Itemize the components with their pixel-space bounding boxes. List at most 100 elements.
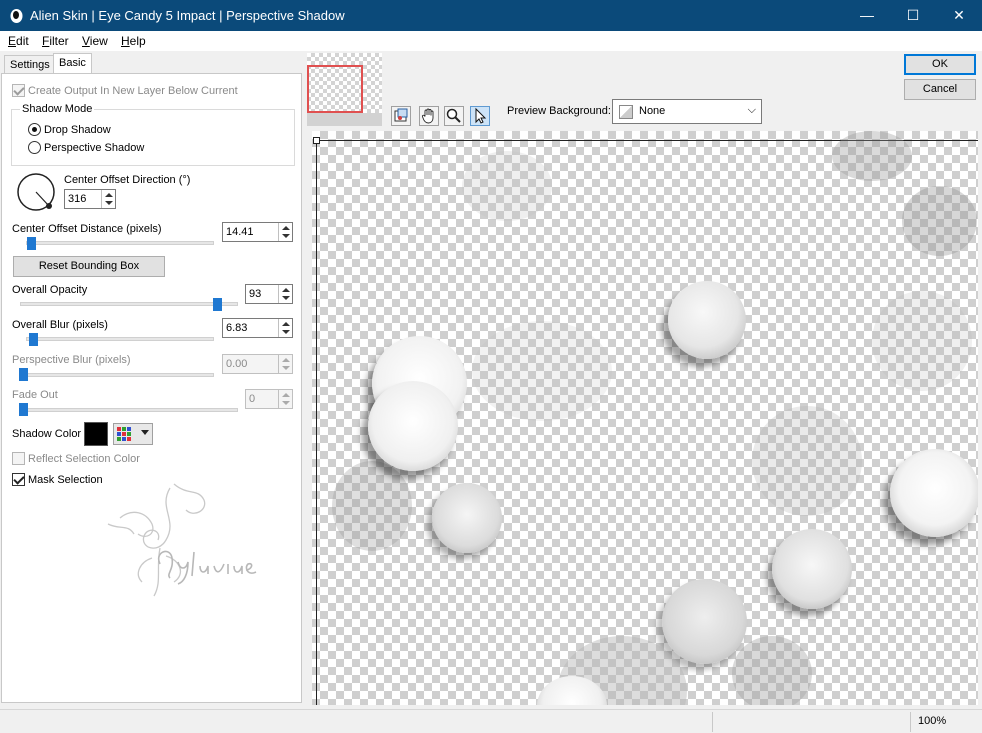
center-offset-direction-label: Center Offset Direction (°) <box>64 174 191 186</box>
bokeh-dot <box>732 636 812 705</box>
fade-out-value: 0 <box>249 393 256 405</box>
create-output-checkbox[interactable] <box>12 84 25 97</box>
bokeh-dot <box>462 151 552 221</box>
bokeh-dot <box>668 281 746 359</box>
tab-settings[interactable]: Settings <box>4 55 56 74</box>
overall-blur-thumb[interactable] <box>29 333 38 346</box>
drop-shadow-label: Drop Shadow <box>44 124 111 136</box>
mask-selection-label: Mask Selection <box>28 474 103 486</box>
bokeh-dot <box>662 579 747 664</box>
menu-filter[interactable]: Filter <box>42 34 69 48</box>
bounding-box-handle[interactable] <box>313 137 320 144</box>
perspective-shadow-radio[interactable] <box>28 141 41 154</box>
perspective-blur-value: 0.00 <box>226 358 248 370</box>
overall-opacity-thumb[interactable] <box>213 298 222 311</box>
menu-bar: Edit Filter View Help <box>0 31 982 51</box>
color-picker-button[interactable] <box>113 423 153 445</box>
menu-edit[interactable]: Edit <box>8 34 29 48</box>
overall-blur-label: Overall Blur (pixels) <box>12 319 108 331</box>
ok-button[interactable]: OK <box>904 54 976 75</box>
spinner-arrows[interactable] <box>278 319 292 337</box>
tab-basic[interactable]: Basic <box>53 53 92 75</box>
shadow-mode-group <box>11 109 295 166</box>
title-bar: Alien Skin | Eye Candy 5 Impact | Perspe… <box>0 0 982 31</box>
overall-opacity-spinner[interactable]: 93 <box>245 284 293 304</box>
overall-opacity-track[interactable] <box>20 302 238 306</box>
bokeh-dot <box>472 321 612 421</box>
menu-view[interactable]: View <box>82 34 108 48</box>
create-output-label: Create Output In New Layer Below Current <box>28 85 238 97</box>
signature-watermark <box>107 483 257 597</box>
fade-out-thumb <box>19 403 28 416</box>
close-icon: ✕ <box>953 7 965 23</box>
dropdown-arrow-icon <box>141 430 149 435</box>
preview-background-select[interactable]: None ⌵ <box>612 99 762 124</box>
perspective-blur-track <box>20 373 214 377</box>
maximize-button[interactable]: ☐ <box>890 0 936 31</box>
pointer-icon <box>475 107 487 124</box>
alien-skin-app-icon <box>10 9 23 23</box>
preview-background-label: Preview Background: <box>507 105 611 117</box>
perspective-blur-thumb <box>19 368 28 381</box>
direction-dial[interactable] <box>16 172 58 214</box>
fade-out-track <box>20 408 238 412</box>
reflect-selection-color-label: Reflect Selection Color <box>28 453 140 465</box>
maximize-icon: ☐ <box>906 7 920 23</box>
fade-out-spinner: 0 <box>245 389 293 409</box>
shadow-mode-title: Shadow Mode <box>20 103 95 115</box>
preview-canvas[interactable] <box>312 131 978 705</box>
color-grid-icon <box>117 427 131 441</box>
drop-shadow-radio[interactable] <box>28 123 41 136</box>
window-title: Alien Skin | Eye Candy 5 Impact | Perspe… <box>30 8 345 23</box>
overall-blur-spinner[interactable]: 6.83 <box>222 318 293 338</box>
shadow-color-label: Shadow Color <box>12 428 82 440</box>
perspective-shadow-label: Perspective Shadow <box>44 142 145 154</box>
zoom-tool-button[interactable] <box>444 106 464 126</box>
spinner-arrows[interactable] <box>101 190 115 208</box>
chevron-down-icon: ⌵ <box>747 104 756 116</box>
status-bar: 100% <box>0 709 982 733</box>
close-button[interactable]: ✕ <box>936 0 982 31</box>
center-offset-direction-spinner[interactable]: 316 <box>64 189 116 209</box>
mask-selection-checkbox[interactable] <box>12 473 25 486</box>
navigator-thumbnail[interactable] <box>307 53 382 126</box>
preview-tool-icon <box>394 108 408 122</box>
bokeh-dot <box>432 483 502 553</box>
fade-out-label: Fade Out <box>12 389 58 401</box>
overall-blur-track[interactable] <box>26 337 214 341</box>
minimize-icon: — <box>860 7 874 23</box>
hand-tool-button[interactable] <box>419 106 439 126</box>
bokeh-dot <box>872 291 972 391</box>
reflect-selection-color-checkbox[interactable] <box>12 452 25 465</box>
perspective-blur-spinner: 0.00 <box>222 354 293 374</box>
reset-bounding-box-button[interactable]: Reset Bounding Box <box>13 256 165 277</box>
spinner-arrows[interactable] <box>278 285 292 303</box>
center-offset-distance-thumb[interactable] <box>27 237 36 250</box>
cancel-button[interactable]: Cancel <box>904 79 976 100</box>
spinner-arrows[interactable] <box>278 223 292 241</box>
center-offset-distance-value: 14.41 <box>226 226 254 238</box>
spinner-arrows <box>278 390 292 408</box>
basic-panel <box>1 73 302 703</box>
zoom-level: 100% <box>918 715 947 727</box>
center-offset-direction-value: 316 <box>68 193 87 205</box>
overall-blur-value: 6.83 <box>226 322 248 334</box>
background-swatch-icon <box>619 105 633 119</box>
view-rectangle[interactable] <box>307 65 363 113</box>
center-offset-distance-spinner[interactable]: 14.41 <box>222 222 293 242</box>
zoom-icon <box>446 108 461 123</box>
bokeh-dot <box>832 131 912 181</box>
pointer-tool-button[interactable] <box>470 106 490 126</box>
overall-opacity-value: 93 <box>249 288 262 300</box>
preview-tool-button[interactable] <box>391 106 411 126</box>
minimize-button[interactable]: — <box>844 0 890 31</box>
bokeh-dot <box>772 529 852 609</box>
overall-opacity-label: Overall Opacity <box>12 284 88 296</box>
perspective-blur-label: Perspective Blur (pixels) <box>12 354 131 366</box>
preview-background-value: None <box>639 105 666 117</box>
center-offset-distance-track[interactable] <box>26 241 214 245</box>
shadow-color-swatch[interactable] <box>84 422 108 446</box>
bounding-box-left-edge <box>316 140 317 705</box>
menu-help[interactable]: Help <box>121 34 146 48</box>
hand-icon <box>422 108 434 124</box>
